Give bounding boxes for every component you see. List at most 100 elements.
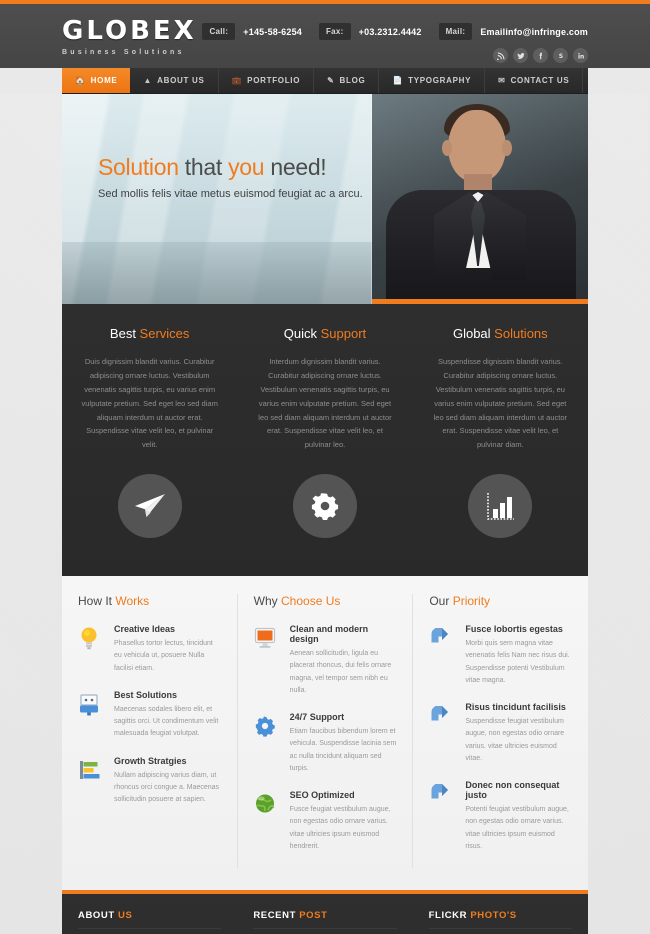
user-icon: ▲ [143,75,153,85]
usb-plug-icon [78,690,104,741]
nav-label-contact-us: CONTACT US [510,76,570,85]
nav-item-blog[interactable]: ✎ BLOG [314,68,380,93]
footer-column-about: ABOUT US GLOBEX Buiness Solution Nullam … [62,910,237,934]
service-text-3: Suspendisse dignissim blandit varius. Cu… [433,357,568,450]
nav-label-home: HOME [90,76,118,85]
hero-banner: Solution that you need! Sed mollis felis… [62,94,588,304]
gear-icon[interactable] [292,474,357,539]
facebook-icon[interactable] [533,48,548,63]
feature-column-how-it-works: How It Works Creative Ideas Phasellus to… [62,594,237,868]
feature-desc: Nullam adipiscing varius diam, ut rhoncu… [114,771,220,804]
monitor-icon [254,624,280,697]
feature-item[interactable]: SEO Optimized Fusce feugiat vestibulum a… [254,790,397,853]
feature-head-2-plain: Why [253,594,282,609]
feature-item[interactable]: Donec non consequat justo Potenti feugia… [429,780,572,853]
hero-accent-bar [372,299,588,304]
rss-icon[interactable] [493,48,508,63]
feature-title: Best Solutions [114,689,178,700]
feature-head-2-accent: Choose Us [281,594,341,609]
main-nav: 🏠 HOME ▲ ABOUT US 💼 PORTFOLIO ✎ BLOG 📄 T… [62,68,588,94]
service-text-1: Duis dignissim blandit varius. Curabitur… [81,357,218,450]
hero-title: Solution that you need! [98,154,363,181]
feature-column-why-choose-us: Why Choose Us Clean and modern design Ae… [236,594,413,869]
nav-label-portfolio: PORTFOLIO [247,76,301,85]
contact-value-fax[interactable]: +03.2312.4442 [359,27,422,37]
globe-icon [254,790,280,853]
nav-item-contact-us[interactable]: ✉ CONTACT US [485,68,584,93]
services-section: Best Services Duis dignissim blandit var… [62,304,588,577]
contact-value-mail[interactable]: Emailinfo@infringe.com [480,27,588,37]
feature-item[interactable]: Clean and modern design Aenean sollicitu… [254,624,397,697]
feature-desc: Potenti feugiat vestibulum augue, non eg… [465,806,569,850]
service-column-best-services: Best Services Duis dignissim blandit var… [62,326,237,539]
feature-head-1-plain: How It [78,594,116,609]
footer-head-about-plain: ABOUT [78,910,119,922]
hero-businessman-photo [372,94,588,304]
curved-arrow-icon [429,624,455,687]
footer-head-about-accent: US [118,910,133,922]
feature-title: Creative Ideas [114,624,176,635]
blue-gear-icon [254,712,280,775]
bar-chart-icon[interactable] [468,474,533,539]
contact-label-mail: Mail: [438,23,473,40]
nav-item-portfolio[interactable]: 💼 PORTFOLIO [219,68,315,93]
feature-title: Clean and modern design [289,624,369,645]
feature-item[interactable]: Fusce lobortis egestas Morbi quis sem ma… [429,624,572,687]
footer-head-flickr-accent: PHOTO'S [470,910,517,922]
service-title-3-accent: Solutions [494,326,548,341]
hero-title-part-1: Solution [98,154,179,180]
service-text-2: Interdum dignissim blandit varius. Curab… [258,357,392,450]
feature-head-3-accent: Priority [452,594,491,609]
feature-column-our-priority: Our Priority Fusce lobortis egestas Morb… [412,594,588,869]
svg-text:S: S [558,53,562,60]
skype-icon[interactable]: S [553,48,568,63]
logo[interactable]: GLOBEX Business Solutions [62,18,197,56]
feature-item[interactable]: Risus tincidunt facilisis Suspendisse fe… [429,702,572,765]
home-icon: 🏠 [75,75,86,85]
pencil-icon: ✎ [327,75,335,85]
hero-copy: Solution that you need! Sed mollis felis… [98,154,363,200]
feature-title: Risus tincidunt facilisis [465,702,566,713]
contact-label-fax: Fax: [319,23,351,40]
curved-arrow-icon [429,780,455,853]
hero-subtitle: Sed mollis felis vitae metus euismod feu… [98,188,363,200]
footer-head-about: ABOUT US [78,910,222,930]
contact-value-call[interactable]: +145-58-6254 [243,27,302,37]
twitter-icon[interactable] [513,48,528,63]
nav-item-typography[interactable]: 📄 TYPOGRAPHY [379,68,486,93]
service-title-1-plain: Best [109,326,140,341]
service-title-1-accent: Services [139,326,190,341]
footer-head-recent-post: RECENT POST [253,910,397,930]
footer-head-flickr-plain: FLICKR [428,910,471,922]
envelope-icon: ✉ [498,75,506,85]
logo-tagline: Business Solutions [62,49,185,56]
contact-bar: Call: +145-58-6254 Fax: +03.2312.4442 Ma… [202,23,588,40]
feature-item[interactable]: Creative Ideas Phasellus tortor lectus, … [78,624,221,675]
feature-item[interactable]: 24/7 Support Etiam faucibus bibendum lor… [254,712,397,775]
nav-label-about-us: ABOUT US [157,76,205,85]
feature-desc: Etiam faucibus bibendum lorem et vehicul… [289,728,397,772]
feature-title: Growth Stratgies [114,755,187,766]
service-title-2-plain: Quick [283,326,321,341]
service-title-3-plain: Global [452,326,495,341]
paper-plane-icon[interactable] [117,474,182,539]
nav-item-about-us[interactable]: ▲ ABOUT US [130,68,219,93]
feature-desc: Suspendisse feugiat vestibulum augue, no… [465,718,565,762]
briefcase-icon: 💼 [231,75,243,85]
service-title-1: Best Services [80,326,219,341]
feature-item[interactable]: Best Solutions Maecenas sodales libero e… [78,690,221,741]
social-links: S [493,48,588,63]
footer-column-recent-post: RECENT POST Nullam ultrices suscipit Sus… [237,910,412,934]
footer-head-recent-plain: RECENT [253,910,300,922]
footer-head-flickr: FLICKR PHOTO'S [428,910,572,930]
curved-arrow-icon [429,702,455,765]
feature-desc: Phasellus tortor lectus, tincidunt eu ve… [114,640,213,672]
feature-title: Fusce lobortis egestas [465,624,563,635]
nav-item-home[interactable]: 🏠 HOME [62,68,131,93]
footer-column-flickr: FLICKR PHOTO'S FALLING SAFE ZONE [413,910,588,934]
nav-label-typography: TYPOGRAPHY [408,76,472,85]
linkedin-icon[interactable] [573,48,588,63]
feature-head-2: Why Choose Us [254,594,397,608]
feature-item[interactable]: Growth Stratgies Nullam adipiscing variu… [78,756,221,807]
feature-title: 24/7 Support [289,712,345,723]
